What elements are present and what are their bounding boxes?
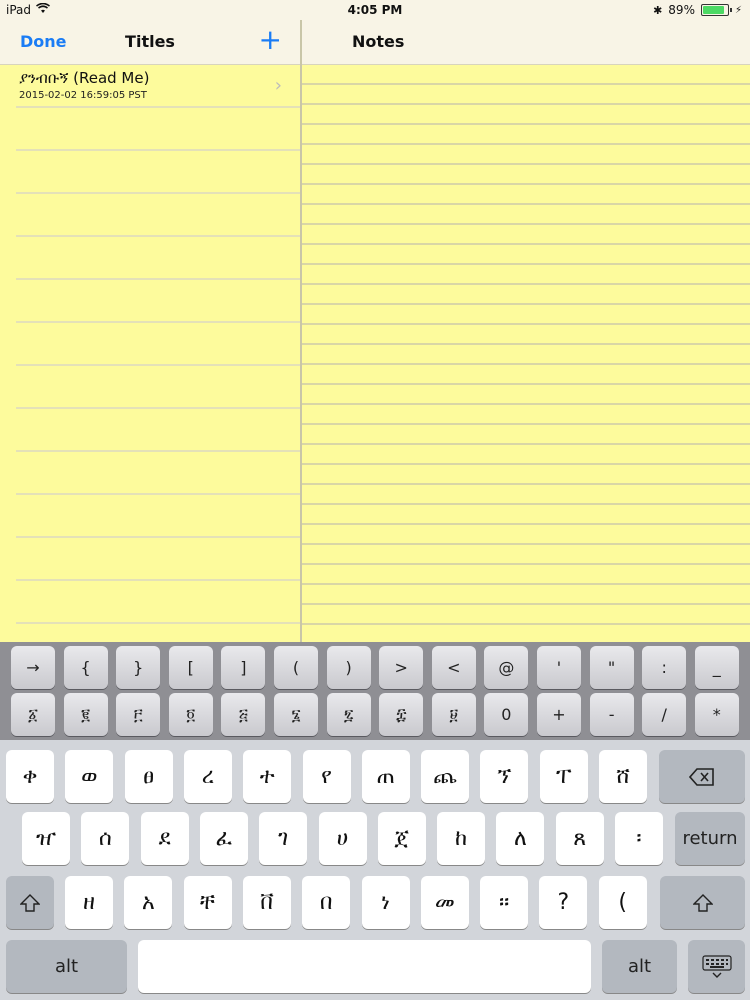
letter-key[interactable]: ለ xyxy=(496,812,545,865)
number-key[interactable]: ፮ xyxy=(274,693,318,736)
letter-key[interactable]: መ xyxy=(420,876,469,929)
symbol-key[interactable]: > xyxy=(379,646,424,689)
symbol-key[interactable]: ' xyxy=(537,646,581,689)
symbol-key[interactable]: < xyxy=(431,646,476,689)
letter-key[interactable]: ደ xyxy=(140,812,189,865)
letter-key[interactable]: ረ xyxy=(183,750,232,803)
letter-key[interactable]: ዠ xyxy=(22,812,70,865)
symbol-key[interactable]: _ xyxy=(694,646,739,689)
letter-key[interactable]: ሸ xyxy=(599,750,647,803)
letter-key[interactable]: ፈ xyxy=(199,812,248,865)
titles-pane: Done Titles + ያንብቡኝ (Read Me) 2015-02-02… xyxy=(0,20,300,642)
symbol-key[interactable]: ) xyxy=(326,646,371,689)
charging-icon: ⚡ xyxy=(734,4,742,16)
number-key[interactable]: ፪ xyxy=(63,693,108,736)
notes-navbar: Notes xyxy=(302,20,750,65)
number-key[interactable]: / xyxy=(642,693,687,736)
letter-key[interactable]: ሰ xyxy=(81,812,130,865)
space-key[interactable] xyxy=(138,940,591,993)
number-key[interactable]: ፬ xyxy=(168,693,213,736)
keyboard-dismiss-key[interactable] xyxy=(688,940,745,993)
add-note-button[interactable]: + xyxy=(259,24,282,56)
number-key[interactable]: + xyxy=(537,693,581,736)
letter-key[interactable]: ተ xyxy=(243,750,292,803)
letter-key[interactable]: ፐ xyxy=(539,750,588,803)
notes-pane: Notes xyxy=(302,20,750,642)
note-title: ያንብቡኝ (Read Me) xyxy=(19,69,150,87)
notes-list: ያንብቡኝ (Read Me) 2015-02-02 16:59:05 PST … xyxy=(16,65,300,642)
letter-key[interactable]: በ xyxy=(302,876,351,929)
letter-key[interactable]: ፡ xyxy=(615,812,663,865)
letter-key[interactable]: አ xyxy=(124,876,173,929)
number-key[interactable]: - xyxy=(589,693,634,736)
number-key[interactable]: ፯ xyxy=(326,693,371,736)
symbol-key[interactable]: ( xyxy=(274,646,318,689)
return-key[interactable]: return xyxy=(675,812,745,865)
alt-left-key[interactable]: alt xyxy=(6,940,127,993)
shift-icon xyxy=(20,893,40,912)
keyboard-dismiss-icon xyxy=(701,954,732,978)
letter-key[interactable]: ጀ xyxy=(377,812,426,865)
letter-key[interactable]: ቀ xyxy=(6,750,54,803)
letter-key[interactable]: ? xyxy=(539,876,588,929)
shift-right-key[interactable] xyxy=(660,876,745,929)
symbol-key[interactable]: ] xyxy=(221,646,266,689)
shift-left-key[interactable] xyxy=(6,876,54,929)
clock: 4:05 PM xyxy=(347,3,403,17)
letter-key[interactable]: ጠ xyxy=(361,750,410,803)
list-item[interactable]: ያንብቡኝ (Read Me) 2015-02-02 16:59:05 PST … xyxy=(16,65,300,108)
note-date: 2015-02-02 16:59:05 PST xyxy=(19,90,147,101)
letter-key[interactable]: ኘ xyxy=(480,750,529,803)
number-key[interactable]: ፫ xyxy=(116,693,161,736)
bluetooth-icon: ✱ xyxy=(653,3,663,17)
number-key[interactable]: * xyxy=(694,693,739,736)
chevron-right-icon: › xyxy=(274,75,282,96)
alt-right-key[interactable]: alt xyxy=(602,940,677,993)
titles-heading: Titles xyxy=(125,32,175,51)
battery-icon xyxy=(700,4,732,16)
letter-key[interactable]: ፀ xyxy=(124,750,173,803)
symbol-key[interactable]: " xyxy=(589,646,634,689)
letter-key[interactable]: ሀ xyxy=(318,812,367,865)
number-key[interactable]: ፱ xyxy=(431,693,476,736)
symbol-key[interactable]: → xyxy=(11,646,55,689)
symbol-key[interactable]: : xyxy=(642,646,687,689)
symbol-key[interactable]: } xyxy=(116,646,161,689)
letter-key[interactable]: የ xyxy=(302,750,351,803)
backspace-icon xyxy=(689,767,714,786)
letter-key[interactable]: ( xyxy=(598,876,647,929)
number-key[interactable]: ፭ xyxy=(221,693,266,736)
letter-key[interactable]: ጨ xyxy=(421,750,470,803)
letter-key[interactable]: ወ xyxy=(65,750,114,803)
letter-key[interactable]: ጸ xyxy=(555,812,604,865)
notes-heading: Notes xyxy=(352,32,405,51)
number-key[interactable]: ፩ xyxy=(11,693,55,736)
ethiopic-keyboard: ቀወፀረተየጠጨኘፐሸ ዠ ሰ ደ ፈ ገ ሀ ጀ ከ ለ ጸ ፡ ዘ አ ቸ ቨ በ ነ መ ።?( retur… xyxy=(0,740,750,1000)
letter-key[interactable]: ገ xyxy=(259,812,308,865)
backspace-key[interactable] xyxy=(659,750,745,803)
symbol-key[interactable]: @ xyxy=(484,646,529,689)
letter-key[interactable]: ። xyxy=(480,876,529,929)
letter-key[interactable]: ከ xyxy=(437,812,486,865)
letter-key[interactable]: ቸ xyxy=(183,876,232,929)
letter-key[interactable]: ቨ xyxy=(242,876,291,929)
battery-fill xyxy=(702,6,725,14)
letter-key[interactable]: ነ xyxy=(361,876,410,929)
symbol-key[interactable]: { xyxy=(63,646,108,689)
number-key[interactable]: 0 xyxy=(484,693,529,736)
note-text-area[interactable] xyxy=(302,65,750,642)
letter-key[interactable]: ዘ xyxy=(65,876,113,929)
battery-percent: 89% xyxy=(668,3,695,17)
symbol-keyboard-rows: →{}[]() > < @ ' ": _ ፩ ፪ ፫ ፬ ፭ ፮ ፯ ፰ ፱ 0 + - / * xyxy=(0,642,750,740)
number-key[interactable]: ፰ xyxy=(379,693,424,736)
titles-navbar: Done Titles + xyxy=(0,20,300,65)
symbol-key[interactable]: [ xyxy=(168,646,213,689)
shift-icon xyxy=(692,893,713,912)
status-bar: iPad 4:05 PM ✱ 89% ⚡ xyxy=(0,0,750,20)
